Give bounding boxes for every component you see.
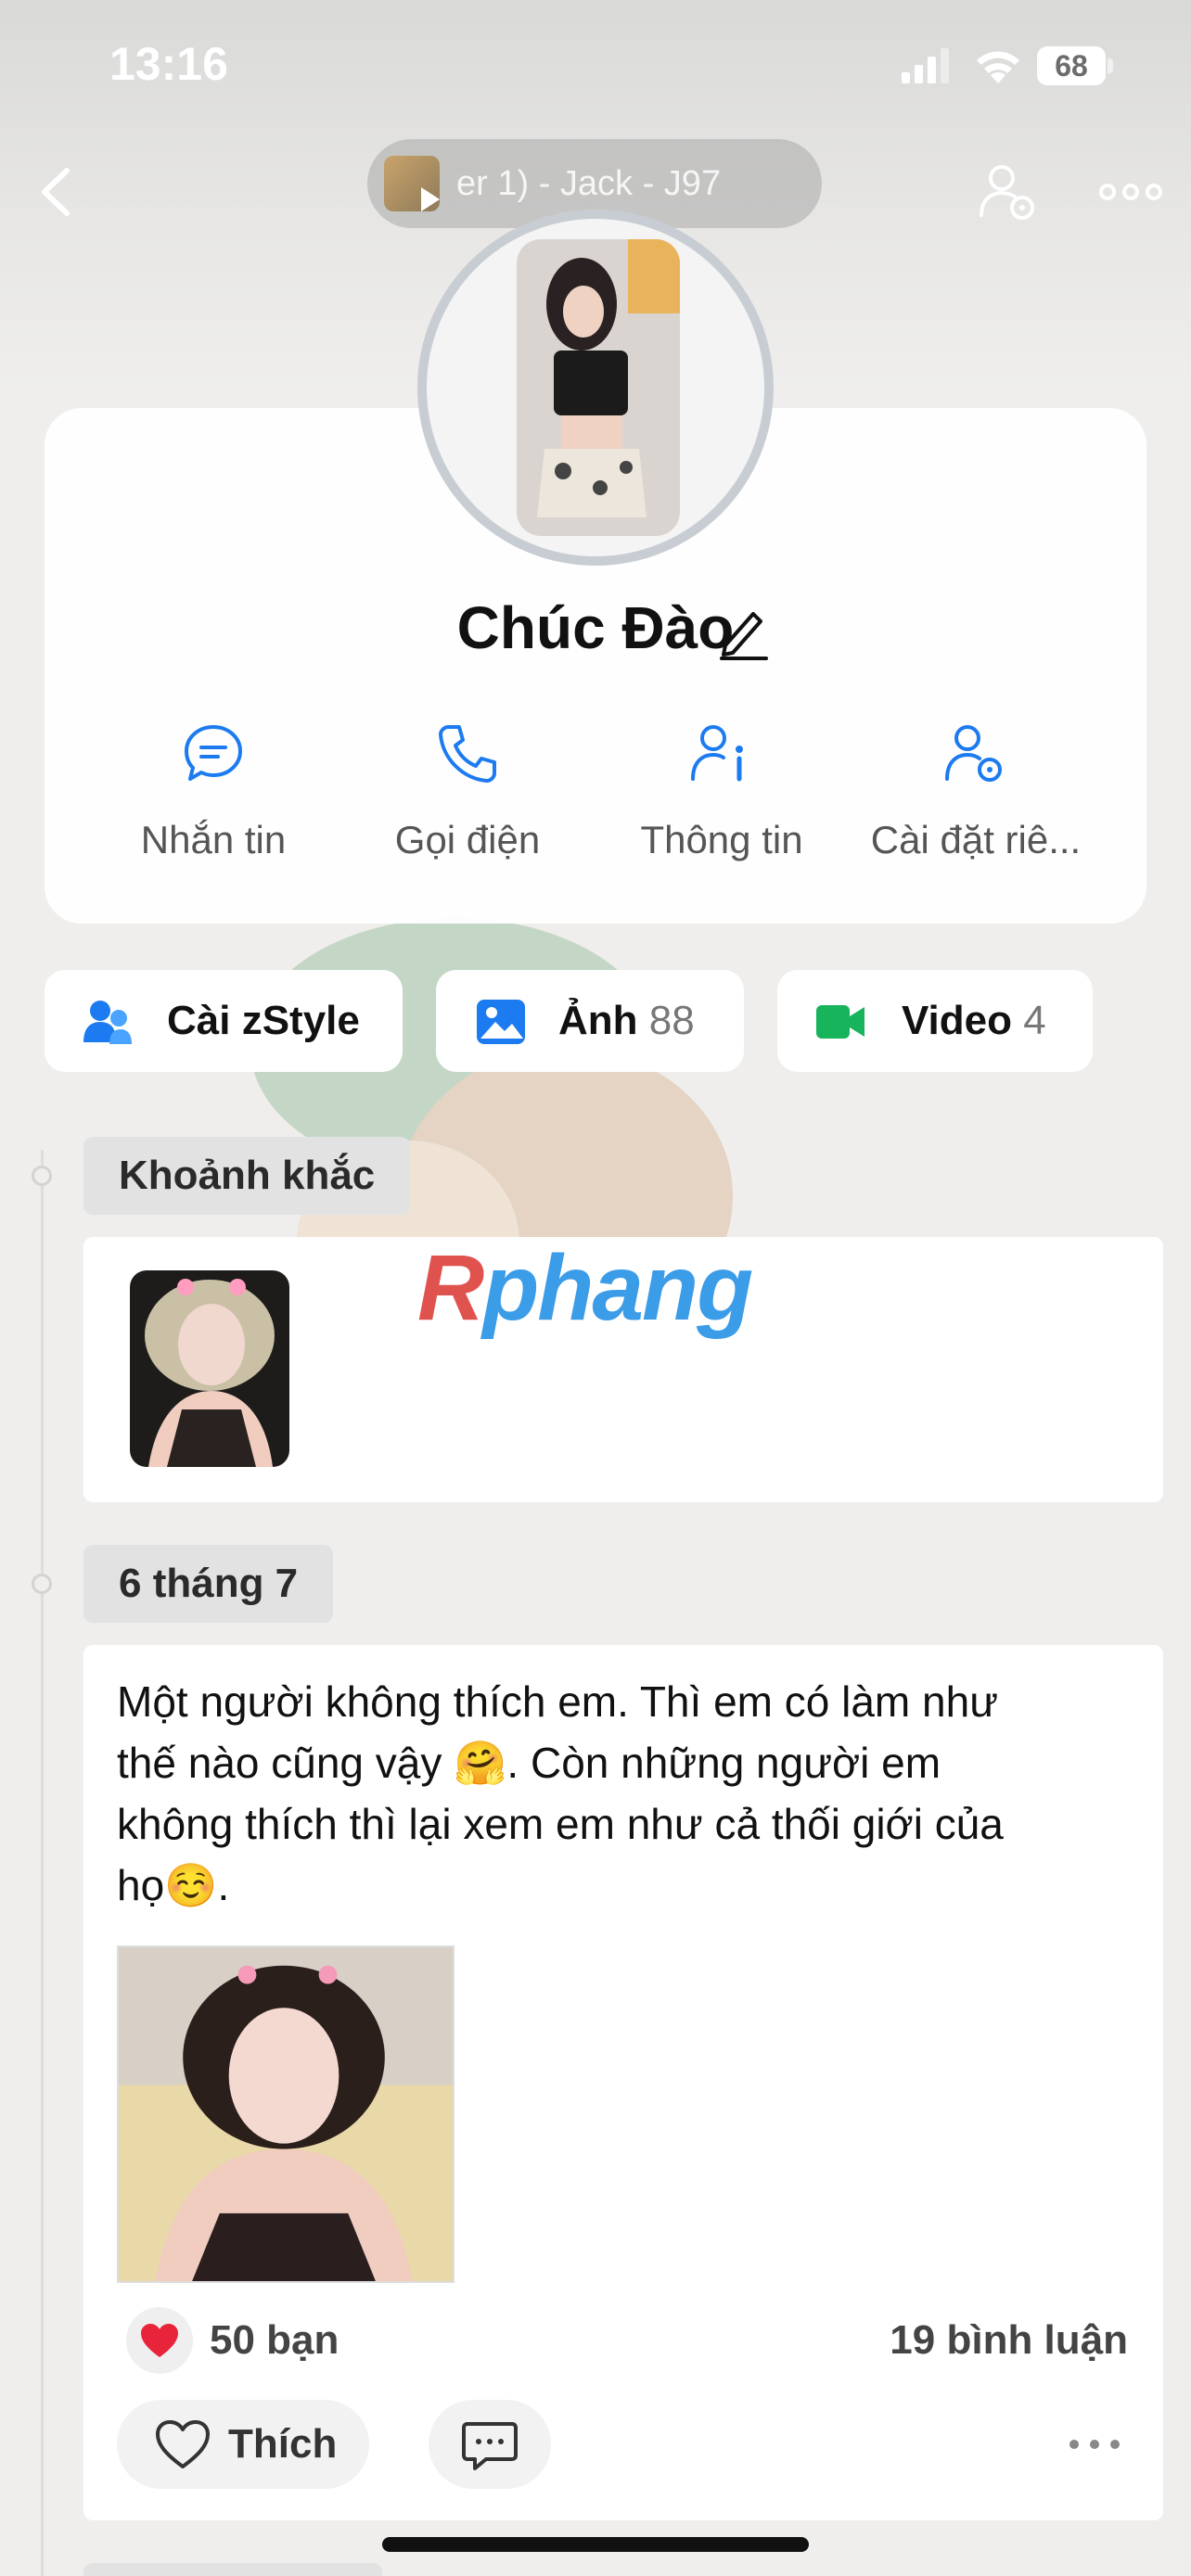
like-button[interactable]: Thích [117, 2400, 369, 2489]
avatar[interactable] [417, 210, 774, 566]
comments-count[interactable]: 19 bình luận [890, 2307, 1128, 2374]
comment-icon [462, 2422, 518, 2470]
videos-button[interactable]: Video 4 [777, 970, 1093, 1072]
action-message-label: Nhắn tin [140, 818, 287, 861]
reaction-badge[interactable] [126, 2307, 193, 2374]
timeline-dot [32, 1166, 52, 1186]
home-indicator[interactable] [382, 2537, 809, 2552]
photos-button[interactable]: Ảnh 88 [436, 970, 744, 1072]
chat-bubble-icon [185, 725, 242, 781]
heart-outline-icon [156, 2420, 210, 2468]
zstyle-people-icon [83, 1001, 132, 1044]
next-section-label [83, 2563, 382, 2576]
videos-chip-label: Video 4 [902, 970, 1046, 1072]
moment-thumbnail[interactable] [130, 1270, 289, 1467]
post-photo[interactable] [117, 1945, 455, 2283]
profile-settings-icon[interactable] [978, 161, 1039, 223]
profile-name: Chúc Đào [456, 594, 735, 661]
photos-label: Ảnh [558, 998, 638, 1043]
zstyle-button[interactable]: Cài zStyle [45, 970, 403, 1072]
back-chevron-icon[interactable] [33, 159, 80, 224]
wifi-icon [977, 51, 1019, 83]
action-private-settings[interactable]: Cài đặt riê... [846, 714, 1106, 881]
watermark-logo: Rphang [417, 1236, 753, 1340]
edit-pencil-icon[interactable] [718, 605, 770, 660]
play-icon [421, 187, 440, 211]
action-call[interactable]: Gọi điện [338, 714, 597, 881]
action-info-label: Thông tin [640, 818, 803, 861]
timeline-dot [32, 1574, 52, 1594]
battery-indicator: 68 [1037, 46, 1115, 85]
action-private-settings-label: Cài đặt riê... [870, 818, 1082, 861]
user-info-icon [691, 725, 743, 782]
zstyle-label: Cài zStyle [167, 998, 360, 1043]
like-label: Thích [228, 2421, 338, 2467]
cellular-signal-icon [902, 48, 949, 83]
avatar-photo [517, 239, 680, 536]
reaction-row: 50 bạn 19 bình luận [126, 2307, 1128, 2374]
battery-level: 68 [1055, 49, 1088, 83]
heart-icon [141, 2324, 178, 2357]
post-card: Một người không thích em. Thì em có làm … [83, 1645, 1163, 2520]
videos-label: Video [902, 998, 1013, 1043]
more-options-icon[interactable] [1098, 178, 1163, 206]
user-settings-icon [945, 725, 1002, 782]
likes-count[interactable]: 50 bạn [210, 2307, 339, 2374]
date-section-label: 6 tháng 7 [83, 1545, 334, 1623]
action-info[interactable]: Thông tin [592, 714, 852, 881]
photo-gallery-icon [477, 1000, 525, 1044]
action-message[interactable]: Nhắn tin [83, 714, 343, 881]
post-more-icon[interactable] [1067, 2433, 1122, 2455]
status-bar: 13:16 68 [0, 0, 1191, 130]
photos-chip-label: Ảnh 88 [558, 970, 695, 1072]
comment-button[interactable] [429, 2400, 551, 2489]
phone-icon [439, 725, 496, 783]
post-text: Một người không thích em. Thì em có làm … [117, 1677, 1004, 1909]
videos-count: 4 [1023, 998, 1046, 1043]
timeline-line [41, 1150, 44, 2576]
video-camera-icon [816, 1005, 864, 1039]
profile-name-row: Chúc Đào [0, 593, 1191, 662]
photos-count: 88 [648, 998, 695, 1043]
profile-actions: Nhắn tin Gọi điện Thông tin Cài đặt riê.… [45, 714, 1146, 881]
status-time: 13:16 [109, 38, 228, 90]
moments-section-label: Khoảnh khắc [83, 1137, 411, 1215]
action-call-label: Gọi điện [394, 818, 541, 861]
